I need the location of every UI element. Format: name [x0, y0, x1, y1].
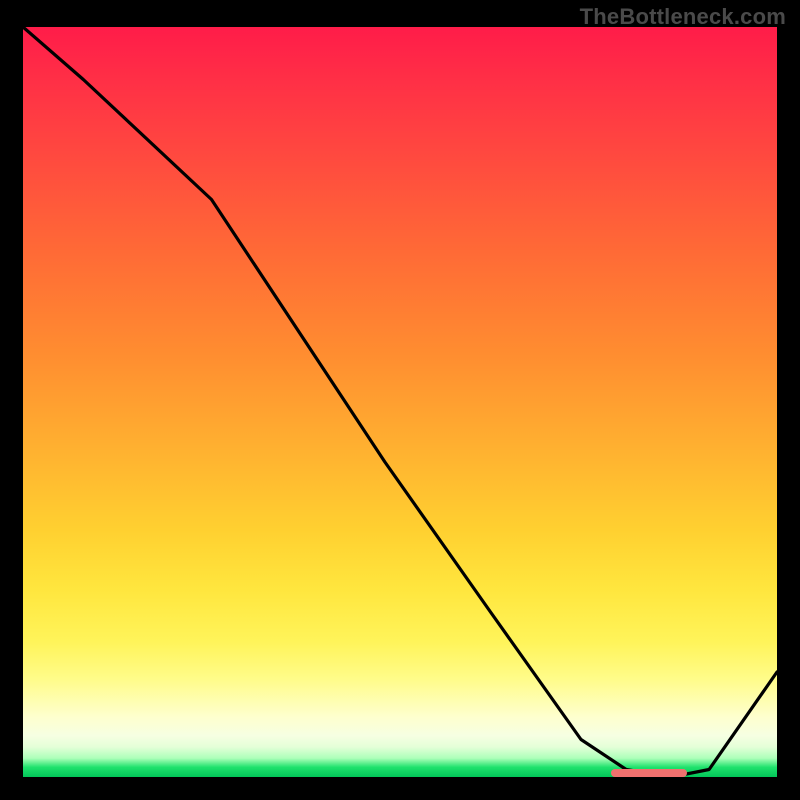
plot-frame: [20, 24, 780, 780]
plot-interior: [23, 27, 777, 777]
chart-stage: TheBottleneck.com: [0, 0, 800, 800]
optimal-range-marker: [611, 769, 686, 777]
bottleneck-line: [23, 27, 777, 777]
watermark-label: TheBottleneck.com: [580, 4, 786, 30]
